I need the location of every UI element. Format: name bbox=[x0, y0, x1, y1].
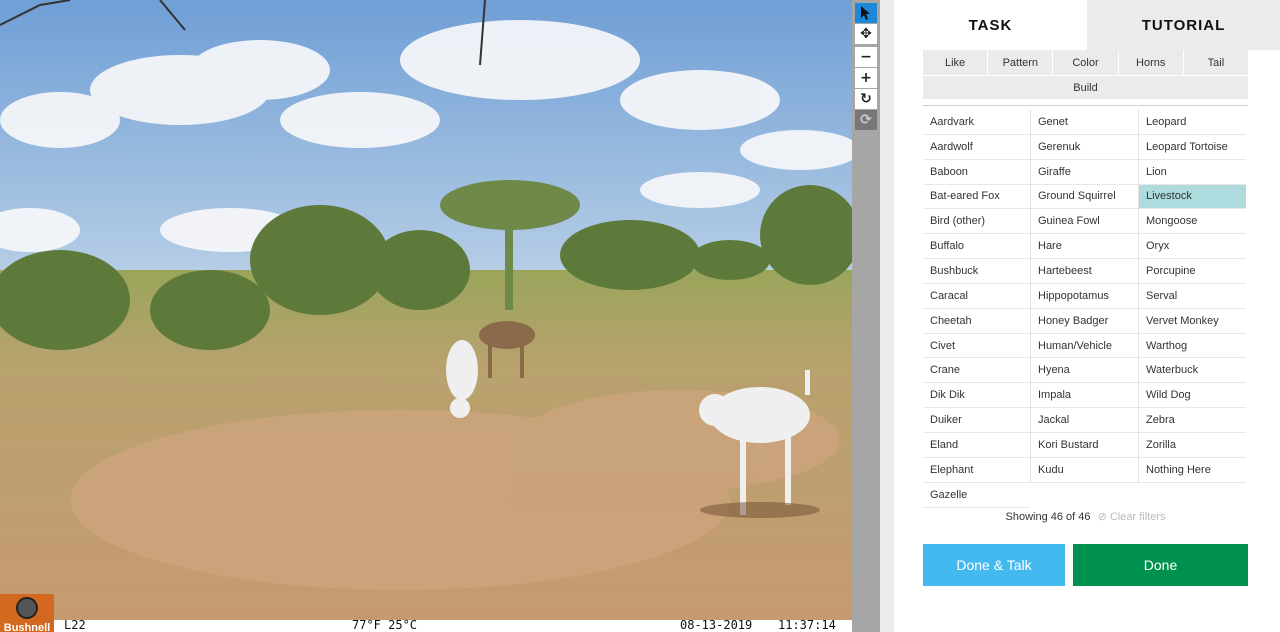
species-option[interactable]: Hyena bbox=[1031, 358, 1138, 384]
panel-gutter bbox=[880, 0, 894, 632]
species-option[interactable]: Giraffe bbox=[1031, 160, 1138, 185]
species-option[interactable]: Aardvark bbox=[923, 110, 1030, 135]
species-option[interactable]: Caracal bbox=[923, 284, 1030, 309]
species-option[interactable]: Hippopotamus bbox=[1031, 284, 1138, 309]
species-column: Genet Gerenuk Giraffe Ground Squirrel Guinea… bbox=[1030, 110, 1138, 483]
results-status: Showing 46 of 46 ⊘ Clear filters bbox=[923, 510, 1248, 523]
species-option[interactable]: Bat-eared Fox bbox=[923, 185, 1030, 210]
pointer-icon[interactable] bbox=[855, 3, 877, 23]
zoom-in-icon[interactable]: + bbox=[855, 68, 877, 88]
tab-tutorial[interactable]: TUTORIAL bbox=[1087, 0, 1280, 50]
species-option[interactable]: Cheetah bbox=[923, 309, 1030, 334]
done-button[interactable]: Done bbox=[1073, 544, 1248, 586]
species-option[interactable]: Wild Dog bbox=[1139, 383, 1246, 409]
species-option[interactable]: Elephant bbox=[923, 458, 1030, 483]
species-option[interactable]: Dik Dik bbox=[923, 383, 1030, 409]
species-option[interactable]: Bushbuck bbox=[923, 259, 1030, 284]
species-option[interactable]: Leopard Tortoise bbox=[1139, 135, 1246, 160]
species-option[interactable]: Eland bbox=[923, 433, 1030, 458]
filter-pattern[interactable]: Pattern bbox=[988, 50, 1054, 75]
app-root: L22 77°F 25°C 08-13-2019 11:37:14 Bushne… bbox=[0, 0, 1280, 632]
species-option[interactable]: Zebra bbox=[1139, 408, 1246, 433]
species-option[interactable]: Kudu bbox=[1031, 458, 1138, 483]
species-option[interactable]: Waterbuck bbox=[1139, 358, 1246, 384]
species-option[interactable]: Livestock bbox=[1139, 184, 1246, 210]
camera-brand-logo: Bushnell bbox=[0, 594, 54, 632]
filter-row: Like Pattern Color Horns Tail bbox=[923, 50, 1248, 75]
species-option[interactable]: Honey Badger bbox=[1031, 309, 1138, 334]
species-option[interactable]: Baboon bbox=[923, 160, 1030, 185]
species-option[interactable]: Guinea Fowl bbox=[1031, 209, 1138, 235]
panel-tabs: TASK TUTORIAL bbox=[894, 0, 1280, 50]
tab-task[interactable]: TASK bbox=[894, 0, 1087, 50]
species-option[interactable]: Duiker bbox=[923, 408, 1030, 433]
filter-build[interactable]: Build bbox=[923, 75, 1248, 99]
filter-horns[interactable]: Horns bbox=[1119, 50, 1184, 75]
clear-filters-link[interactable]: ⊘ Clear filters bbox=[1098, 511, 1166, 523]
species-option[interactable]: Aardwolf bbox=[923, 135, 1030, 160]
divider bbox=[923, 105, 1248, 106]
subject-image[interactable]: L22 77°F 25°C 08-13-2019 11:37:14 Bushne… bbox=[0, 0, 852, 632]
species-option[interactable]: Gerenuk bbox=[1031, 135, 1138, 160]
brand-emblem-icon bbox=[16, 597, 38, 619]
filter-color[interactable]: Color bbox=[1053, 50, 1119, 75]
filter-tail[interactable]: Tail bbox=[1184, 50, 1248, 75]
species-option[interactable]: Civet bbox=[923, 334, 1030, 359]
zoom-out-icon[interactable]: − bbox=[855, 47, 877, 67]
camera-trap-photo bbox=[0, 0, 852, 632]
task-panel: TASK TUTORIAL Like Pattern Color Horns T… bbox=[894, 0, 1280, 632]
species-option[interactable]: Hartebeest bbox=[1031, 259, 1138, 284]
species-option[interactable]: Buffalo bbox=[923, 234, 1030, 260]
species-option[interactable]: Serval bbox=[1139, 284, 1246, 309]
species-option[interactable]: Genet bbox=[1031, 110, 1138, 135]
moon-phase-label: L22 bbox=[64, 618, 86, 632]
species-option[interactable]: Hare bbox=[1031, 234, 1138, 260]
image-toolbar: ✥ − + ↻ ⟳ bbox=[852, 0, 880, 632]
species-option[interactable]: Impala bbox=[1031, 383, 1138, 409]
species-option[interactable]: Gazelle bbox=[923, 483, 1030, 508]
species-option[interactable]: Ground Squirrel bbox=[1031, 185, 1138, 210]
brand-name: Bushnell bbox=[3, 622, 51, 632]
species-option[interactable]: Lion bbox=[1139, 160, 1246, 185]
species-option[interactable]: Porcupine bbox=[1139, 259, 1246, 284]
species-option[interactable]: Leopard bbox=[1139, 110, 1246, 135]
species-option[interactable]: Mongoose bbox=[1139, 209, 1246, 235]
species-option[interactable]: Human/Vehicle bbox=[1031, 334, 1138, 359]
camera-info-strip: L22 77°F 25°C 08-13-2019 11:37:14 bbox=[0, 618, 852, 632]
date-label: 08-13-2019 bbox=[680, 618, 753, 632]
species-option[interactable]: Crane bbox=[923, 358, 1030, 384]
clear-filters-label: Clear filters bbox=[1109, 511, 1166, 523]
species-option[interactable]: Vervet Monkey bbox=[1139, 309, 1246, 334]
species-column: Leopard Leopard Tortoise Lion Livestock Mong… bbox=[1138, 110, 1246, 483]
reset-icon[interactable]: ⟳ bbox=[855, 110, 877, 130]
species-option[interactable]: Zorilla bbox=[1139, 433, 1246, 458]
move-icon[interactable]: ✥ bbox=[855, 24, 877, 44]
rotate-icon[interactable]: ↻ bbox=[855, 89, 877, 109]
filter-like[interactable]: Like bbox=[923, 50, 989, 75]
done-and-talk-button[interactable]: Done & Talk bbox=[923, 544, 1065, 586]
time-label: 11:37:14 bbox=[778, 618, 836, 632]
species-option[interactable]: Warthog bbox=[1139, 334, 1246, 359]
showing-count: Showing 46 of 46 bbox=[1005, 511, 1091, 523]
species-option[interactable]: Oryx bbox=[1139, 234, 1246, 260]
species-option[interactable]: Kori Bustard bbox=[1031, 433, 1138, 458]
filter-bar: Like Pattern Color Horns Tail Build bbox=[923, 50, 1248, 99]
species-option[interactable]: Nothing Here bbox=[1139, 458, 1246, 483]
species-column: Aardvark Aardwolf Baboon Bat-eared Fox Bird … bbox=[923, 110, 1030, 508]
species-option[interactable]: Jackal bbox=[1031, 408, 1138, 433]
temperature-label: 77°F 25°C bbox=[352, 618, 418, 632]
species-option[interactable]: Bird (other) bbox=[923, 209, 1030, 235]
